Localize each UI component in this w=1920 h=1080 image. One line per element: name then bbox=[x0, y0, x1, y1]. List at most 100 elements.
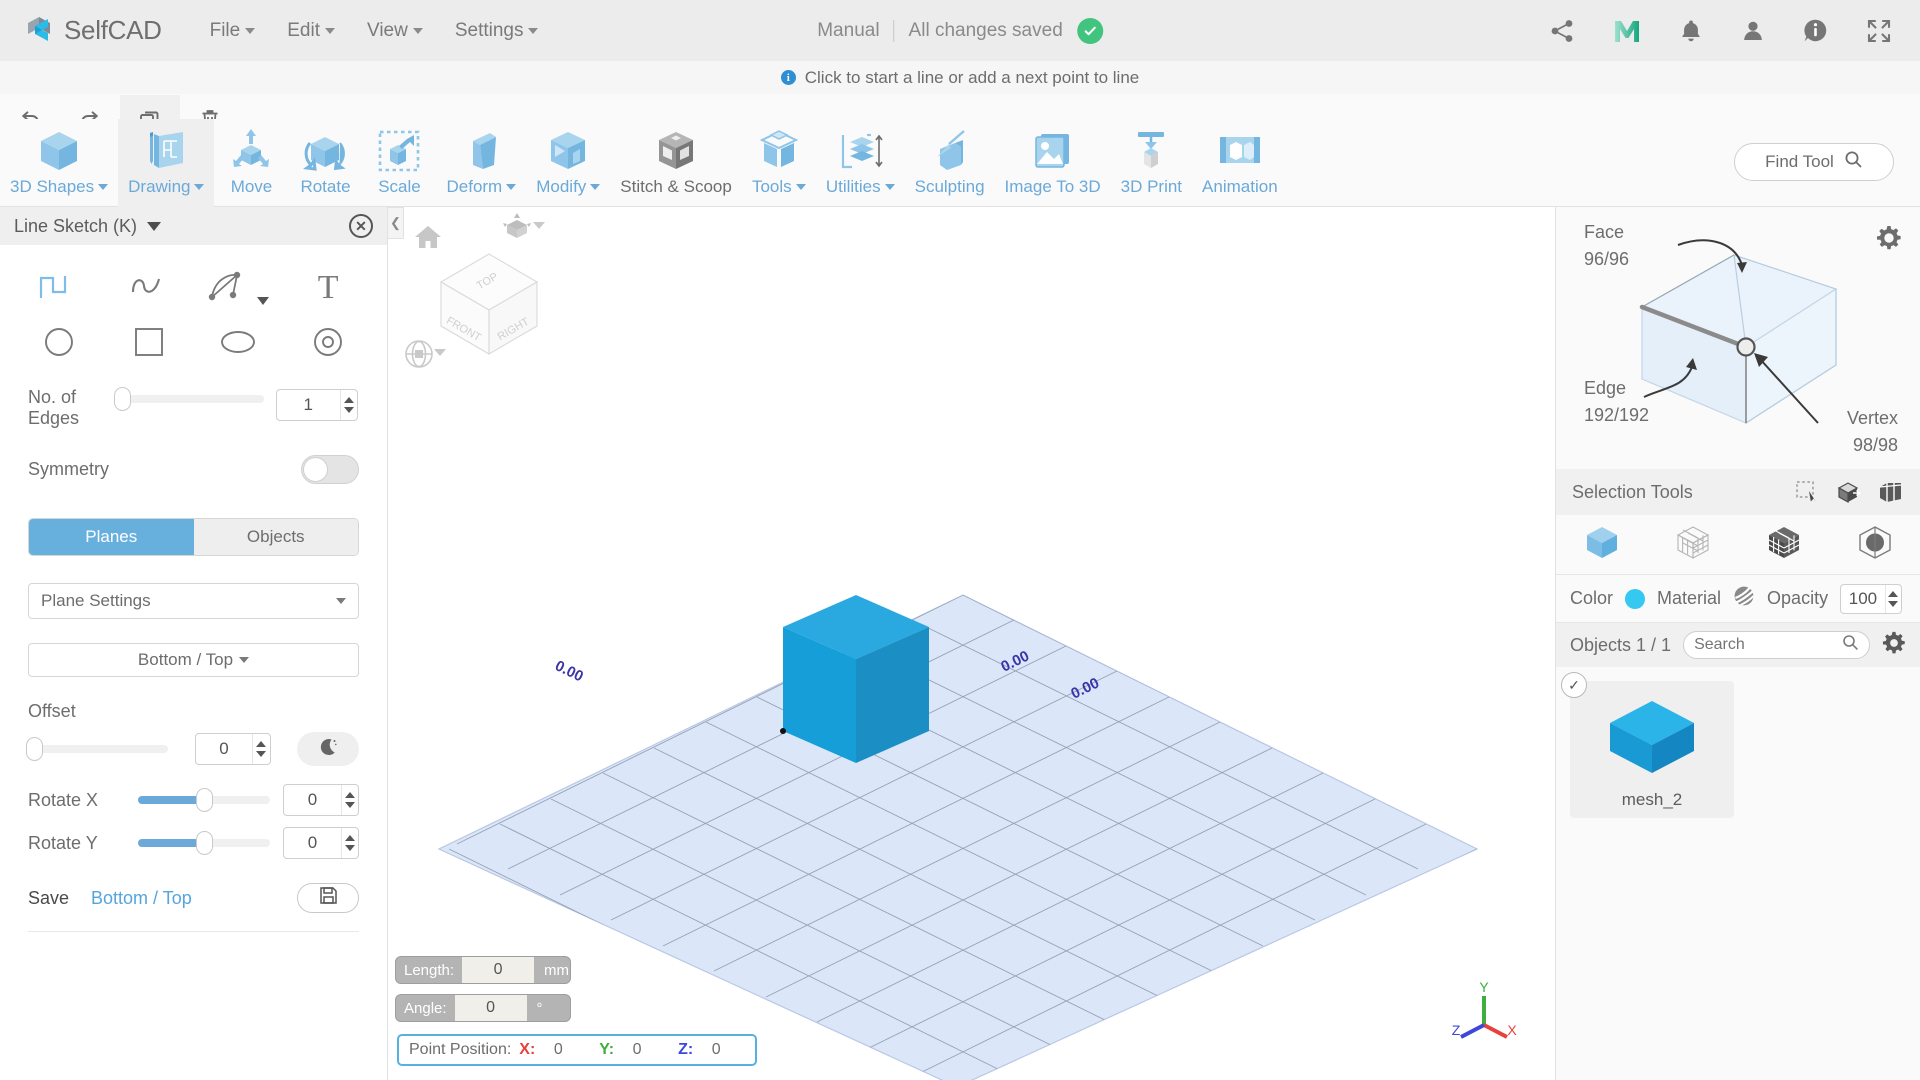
opacity-stepper[interactable] bbox=[1840, 583, 1903, 614]
rect-select-icon[interactable] bbox=[1795, 480, 1822, 505]
save-plane-link[interactable]: Bottom / Top bbox=[91, 888, 192, 909]
rotate-y-stepper[interactable] bbox=[283, 827, 359, 859]
polyline-tool[interactable] bbox=[14, 265, 104, 311]
symmetry-toggle[interactable] bbox=[301, 455, 359, 484]
right-panel: Face 96/96 Edge 192/192 Vertex 98/98 Sel… bbox=[1555, 207, 1920, 1080]
perspective-toggle[interactable] bbox=[501, 212, 545, 247]
search-input[interactable] bbox=[1694, 636, 1842, 654]
ribbon-tool-drawing[interactable]: Drawing bbox=[118, 119, 215, 207]
left-panel-title-row[interactable]: Line Sketch (K) bbox=[14, 216, 162, 237]
x-value-input[interactable]: 0 bbox=[535, 1041, 581, 1059]
through-select-icon[interactable] bbox=[1836, 480, 1863, 505]
ribbon-tool-animation[interactable]: Animation bbox=[1192, 119, 1288, 207]
length-measure[interactable]: Length: 0 mm bbox=[395, 956, 571, 984]
rectangle-tool[interactable] bbox=[104, 321, 194, 367]
ribbon-tool-3d-print[interactable]: 3D Print bbox=[1111, 119, 1192, 207]
stitch-scoop-icon bbox=[651, 125, 701, 177]
face-mode-icon[interactable] bbox=[1674, 524, 1712, 565]
no-of-edges-row: No. of Edges bbox=[0, 387, 387, 429]
object-mode-icon[interactable] bbox=[1583, 524, 1621, 565]
bezier-tool[interactable] bbox=[194, 265, 284, 311]
vertex-label: Vertex bbox=[1846, 408, 1898, 428]
rotate-x-stepper[interactable] bbox=[283, 784, 359, 816]
share-icon[interactable] bbox=[1549, 18, 1575, 44]
ellipse-tool[interactable] bbox=[194, 321, 284, 367]
tab-planes[interactable]: Planes bbox=[29, 519, 194, 555]
circle-tool[interactable] bbox=[14, 321, 104, 367]
ribbon-tool-utilities[interactable]: Utilities bbox=[816, 119, 905, 207]
no-of-edges-input[interactable] bbox=[277, 390, 340, 420]
find-tool-search[interactable]: Find Tool bbox=[1734, 143, 1894, 181]
vertex-mode-icon[interactable] bbox=[1765, 524, 1803, 565]
mentor-m-icon[interactable] bbox=[1613, 18, 1641, 44]
offset-slider[interactable] bbox=[26, 737, 168, 761]
plane-settings-select[interactable]: Plane Settings bbox=[28, 583, 359, 619]
angle-value[interactable]: 0 bbox=[454, 995, 527, 1021]
menu-item-settings[interactable]: Settings bbox=[439, 14, 555, 48]
save-button[interactable] bbox=[297, 883, 359, 913]
opacity-input[interactable] bbox=[1841, 584, 1885, 613]
rotate-y-input[interactable] bbox=[284, 828, 341, 858]
no-of-edges-slider[interactable] bbox=[114, 387, 264, 411]
ribbon-tool-deform[interactable]: Deform bbox=[436, 119, 526, 207]
stepper-arrows[interactable] bbox=[340, 785, 358, 815]
offset-stepper[interactable] bbox=[194, 733, 271, 765]
user-icon[interactable] bbox=[1741, 18, 1765, 44]
left-panel-collapse-button[interactable]: ❮ bbox=[388, 207, 404, 239]
rotate-y-slider[interactable] bbox=[137, 831, 270, 855]
object-checkbox[interactable]: ✓ bbox=[1561, 672, 1587, 698]
polygon-mode-icon[interactable] bbox=[1856, 524, 1894, 565]
list-item[interactable]: ✓ mesh_2 bbox=[1561, 672, 1734, 818]
bell-icon[interactable] bbox=[1679, 18, 1703, 44]
ribbon-tool-scale[interactable]: Scale bbox=[362, 119, 436, 207]
offset-input[interactable] bbox=[195, 734, 253, 764]
info-icon[interactable] bbox=[1803, 18, 1828, 43]
stepper-arrows[interactable] bbox=[339, 390, 357, 420]
angle-unit: ° bbox=[536, 999, 543, 1017]
gear-icon[interactable] bbox=[1882, 631, 1906, 660]
left-panel: Line Sketch (K) ✕ T No. of Edges 1 Symme… bbox=[0, 207, 388, 1080]
z-value-input[interactable]: 0 bbox=[693, 1041, 739, 1059]
close-icon[interactable]: ✕ bbox=[349, 214, 373, 238]
ribbon-tool-modify[interactable]: Modify bbox=[526, 119, 610, 207]
plane-choice-dropdown[interactable]: Bottom / Top bbox=[28, 643, 359, 677]
ribbon-tool-tools[interactable]: Tools bbox=[742, 119, 816, 207]
fullscreen-icon[interactable] bbox=[1866, 18, 1892, 44]
y-value-input[interactable]: 0 bbox=[614, 1041, 660, 1059]
ribbon-tool-3d-shapes[interactable]: 3D Shapes bbox=[0, 119, 118, 207]
ring-tool[interactable] bbox=[283, 321, 373, 367]
navigation-cube[interactable]: TOP FRONT RIGHT bbox=[429, 242, 549, 367]
length-value[interactable]: 0 bbox=[462, 957, 535, 983]
point-position-bar[interactable]: Point Position: X: 0 Y: 0 Z: 0 bbox=[397, 1034, 757, 1066]
menu-item-view[interactable]: View bbox=[351, 14, 439, 48]
color-swatch[interactable] bbox=[1625, 588, 1646, 609]
material-sphere-icon[interactable] bbox=[1733, 585, 1755, 612]
menu-item-file[interactable]: File bbox=[194, 14, 272, 48]
objects-header: Objects 1 / 1 bbox=[1556, 623, 1920, 667]
angle-measure[interactable]: Angle: 0 ° bbox=[395, 994, 571, 1022]
app-name: SelfCAD bbox=[64, 15, 162, 45]
menu-item-edit[interactable]: Edit bbox=[271, 14, 351, 48]
viewport-3d[interactable]: 0.00 0.00 0.00 TOP FRONT RIGHT Y X Z Len… bbox=[389, 207, 1555, 1080]
objects-search[interactable] bbox=[1683, 631, 1870, 659]
ribbon-tool-rotate[interactable]: Rotate bbox=[288, 119, 362, 207]
pan-orbit-control[interactable] bbox=[404, 339, 446, 374]
mode-label[interactable]: Manual bbox=[817, 20, 879, 42]
ribbon-tool-move[interactable]: Move bbox=[214, 119, 288, 207]
stepper-arrows[interactable] bbox=[1884, 584, 1901, 613]
tab-objects[interactable]: Objects bbox=[193, 519, 358, 555]
stepper-arrows[interactable] bbox=[340, 828, 358, 858]
rotate-x-slider[interactable] bbox=[137, 788, 270, 812]
box-select-icon[interactable] bbox=[1877, 480, 1904, 505]
stepper-arrows[interactable] bbox=[252, 734, 269, 764]
offset-flip-button[interactable] bbox=[297, 732, 359, 766]
ribbon-tool-sculpting[interactable]: Sculpting bbox=[905, 119, 995, 207]
rotate-x-input[interactable] bbox=[284, 785, 341, 815]
spline-tool[interactable] bbox=[104, 265, 194, 311]
app-logo[interactable]: SelfCAD bbox=[24, 14, 162, 48]
no-of-edges-stepper[interactable] bbox=[276, 389, 358, 421]
ribbon-tool-stitch-and-scoop[interactable]: Stitch & Scoop bbox=[610, 119, 742, 207]
ribbon-tool-image-to-3d[interactable]: Image To 3D bbox=[995, 119, 1111, 207]
text-tool[interactable]: T bbox=[283, 265, 373, 311]
modify-icon bbox=[543, 125, 593, 177]
